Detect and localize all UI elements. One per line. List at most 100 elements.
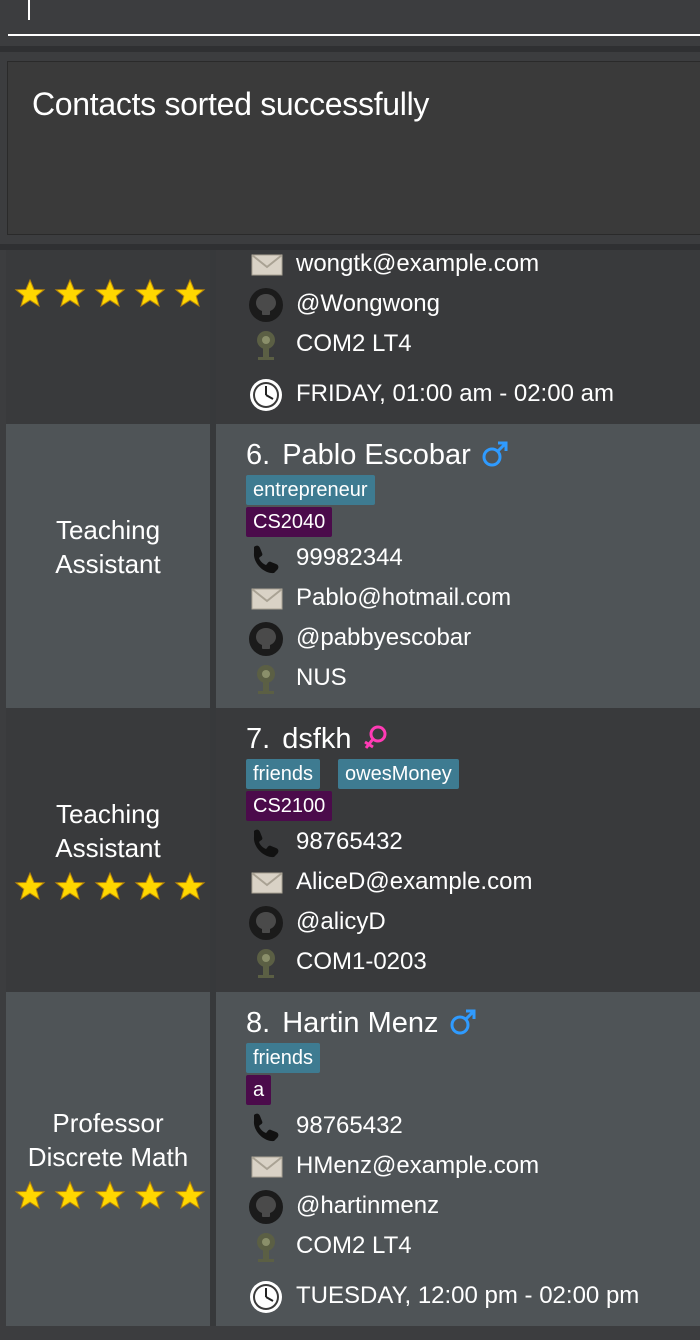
star-icon (94, 871, 126, 901)
tag-label: owesMoney (338, 759, 459, 789)
contact-card[interactable]: Teaching Assistant 7. dsfkh friends owesM… (6, 708, 700, 992)
timeslot-text: TUESDAY, 12:00 pm - 02:00 pm (296, 1282, 640, 1309)
tag-label: friends (246, 759, 321, 789)
github-icon (249, 1190, 283, 1224)
male-symbol-icon (482, 441, 508, 467)
timeslot-text: FRIDAY, 01:00 am - 02:00 am (296, 380, 614, 407)
contact-card-details: 6. Pablo Escobar entrepreneur CS2040 9998… (216, 424, 700, 708)
module-tag: CS2040 (246, 507, 333, 537)
contact-name: Hartin Menz (282, 1007, 439, 1039)
star-icon (54, 1180, 86, 1210)
contact-list[interactable]: wongtk@example.com @Wongwong COM2 LT4 FR… (0, 0, 700, 1340)
github-row: @hartinmenz (246, 1188, 700, 1224)
github-text: @alicyD (296, 908, 386, 935)
contact-card-left: Teaching Assistant (6, 424, 210, 708)
rating-stars (10, 871, 210, 901)
rating-stars (10, 278, 210, 308)
github-row: @Wongwong (246, 286, 700, 322)
star-icon (54, 278, 86, 308)
email-row: Pablo@hotmail.com (246, 580, 700, 616)
envelope-icon (251, 254, 283, 276)
star-icon (134, 1180, 166, 1210)
contact-card-details: 7. dsfkh friends owesMoney CS2100 9876543… (216, 708, 700, 992)
phone-row: 98765432 (246, 824, 700, 860)
envelope-icon (251, 872, 283, 894)
envelope-icon (251, 1156, 283, 1178)
contact-index: 7. (246, 723, 271, 755)
contact-card[interactable]: wongtk@example.com @Wongwong COM2 LT4 FR… (6, 250, 700, 424)
location-pin-icon (257, 949, 275, 978)
contact-card-details: 8. Hartin Menz friends a 98765432 HMenz@e… (216, 992, 700, 1326)
contact-card[interactable]: Teaching Assistant 6. Pablo Escobar entre… (6, 424, 700, 708)
github-text: @pabbyescobar (296, 624, 472, 651)
email-text: HMenz@example.com (296, 1152, 540, 1179)
github-row: @pabbyescobar (246, 620, 700, 656)
clock-icon (250, 379, 282, 411)
email-row: wongtk@example.com (246, 246, 700, 282)
github-icon (249, 288, 283, 322)
location-pin-icon (257, 1233, 275, 1262)
github-row: @alicyD (246, 904, 700, 940)
contact-name: Pablo Escobar (282, 439, 471, 471)
contact-card[interactable]: Professor Discrete Math 8. Hartin Menz fr… (6, 992, 700, 1326)
contact-role: Teaching Assistant (55, 515, 161, 579)
location-row: COM1-0203 (246, 944, 700, 980)
email-text: AliceD@example.com (296, 868, 533, 895)
contact-name-row: 7. dsfkh (246, 721, 390, 757)
module-tag: a (246, 1075, 272, 1105)
star-icon (94, 1180, 126, 1210)
phone-text: 98765432 (296, 1112, 403, 1139)
contact-card-left: Professor Discrete Math (6, 992, 210, 1326)
rating-stars (10, 1180, 210, 1210)
phone-row: 98765432 (246, 1108, 700, 1144)
location-text: COM2 LT4 (296, 330, 412, 357)
module-tag: CS2100 (246, 791, 333, 821)
star-icon (94, 278, 126, 308)
contact-card-left (6, 250, 210, 424)
star-icon (134, 871, 166, 901)
email-text: wongtk@example.com (296, 250, 540, 277)
location-pin-icon (257, 331, 275, 360)
star-icon (54, 871, 86, 901)
contact-index: 6. (246, 439, 271, 471)
email-row: AliceD@example.com (246, 864, 700, 900)
location-text: NUS (296, 664, 347, 691)
location-row: COM2 LT4 (246, 1228, 700, 1264)
contact-card-details: wongtk@example.com @Wongwong COM2 LT4 FR… (216, 250, 700, 424)
timeslot-row: TUESDAY, 12:00 pm - 02:00 pm (246, 1278, 700, 1314)
github-text: @Wongwong (296, 290, 440, 317)
contact-card-left: Teaching Assistant (6, 708, 210, 992)
clock-icon (250, 1281, 282, 1313)
location-row: NUS (246, 660, 700, 696)
star-icon (174, 871, 206, 901)
contact-name-row: 8. Hartin Menz (246, 1005, 477, 1041)
location-text: COM1-0203 (296, 948, 427, 975)
timeslot-row: FRIDAY, 01:00 am - 02:00 am (246, 376, 700, 412)
location-row: COM2 LT4 (246, 326, 700, 362)
star-icon (174, 1180, 206, 1210)
star-icon (134, 278, 166, 308)
phone-row: 99982344 (246, 540, 700, 576)
envelope-icon (251, 588, 283, 610)
contact-index: 8. (246, 1007, 271, 1039)
email-text: Pablo@hotmail.com (296, 584, 512, 611)
phone-icon (253, 1113, 279, 1142)
tag-label: friends (246, 1043, 321, 1073)
github-icon (249, 906, 283, 940)
phone-icon (253, 829, 279, 858)
tag-label: entrepreneur (246, 475, 375, 505)
star-icon (14, 871, 46, 901)
female-symbol-icon (363, 725, 387, 749)
github-text: @hartinmenz (296, 1192, 440, 1219)
contact-name-row: 6. Pablo Escobar (246, 437, 509, 473)
phone-text: 98765432 (296, 828, 403, 855)
star-icon (14, 1180, 46, 1210)
github-icon (249, 622, 283, 656)
male-symbol-icon (450, 1009, 476, 1035)
contact-role: Teaching Assistant (55, 799, 161, 863)
star-icon (14, 278, 46, 308)
email-row: HMenz@example.com (246, 1148, 700, 1184)
location-text: COM2 LT4 (296, 1232, 412, 1259)
contact-role: Professor Discrete Math (27, 1108, 189, 1172)
star-icon (174, 278, 206, 308)
